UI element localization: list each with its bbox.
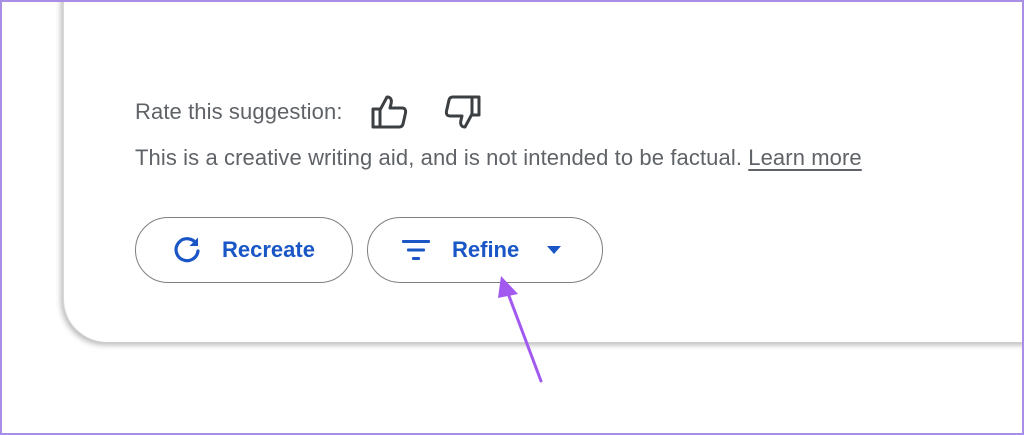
suggestion-card — [63, 0, 1024, 343]
filter-icon — [402, 239, 430, 261]
disclaimer-text: This is a creative writing aid, and is n… — [135, 145, 862, 171]
refine-label: Refine — [452, 237, 520, 262]
rating-row: Rate this suggestion: — [135, 92, 483, 132]
learn-more-link[interactable]: Learn more — [748, 145, 862, 170]
thumbs-down-icon — [444, 95, 481, 129]
caret-down-icon[interactable] — [547, 246, 562, 254]
disclaimer-message: This is a creative writing aid, and is n… — [135, 145, 743, 170]
thumbs-up-button[interactable] — [369, 92, 409, 132]
thumbs-down-button[interactable] — [443, 92, 483, 132]
recreate-label: Recreate — [222, 237, 315, 262]
refresh-icon — [172, 235, 202, 265]
recreate-button[interactable]: Recreate — [135, 217, 353, 283]
refine-button[interactable]: Refine — [367, 217, 603, 283]
thumbs-up-icon — [371, 95, 407, 129]
rate-label: Rate this suggestion: — [135, 99, 343, 124]
